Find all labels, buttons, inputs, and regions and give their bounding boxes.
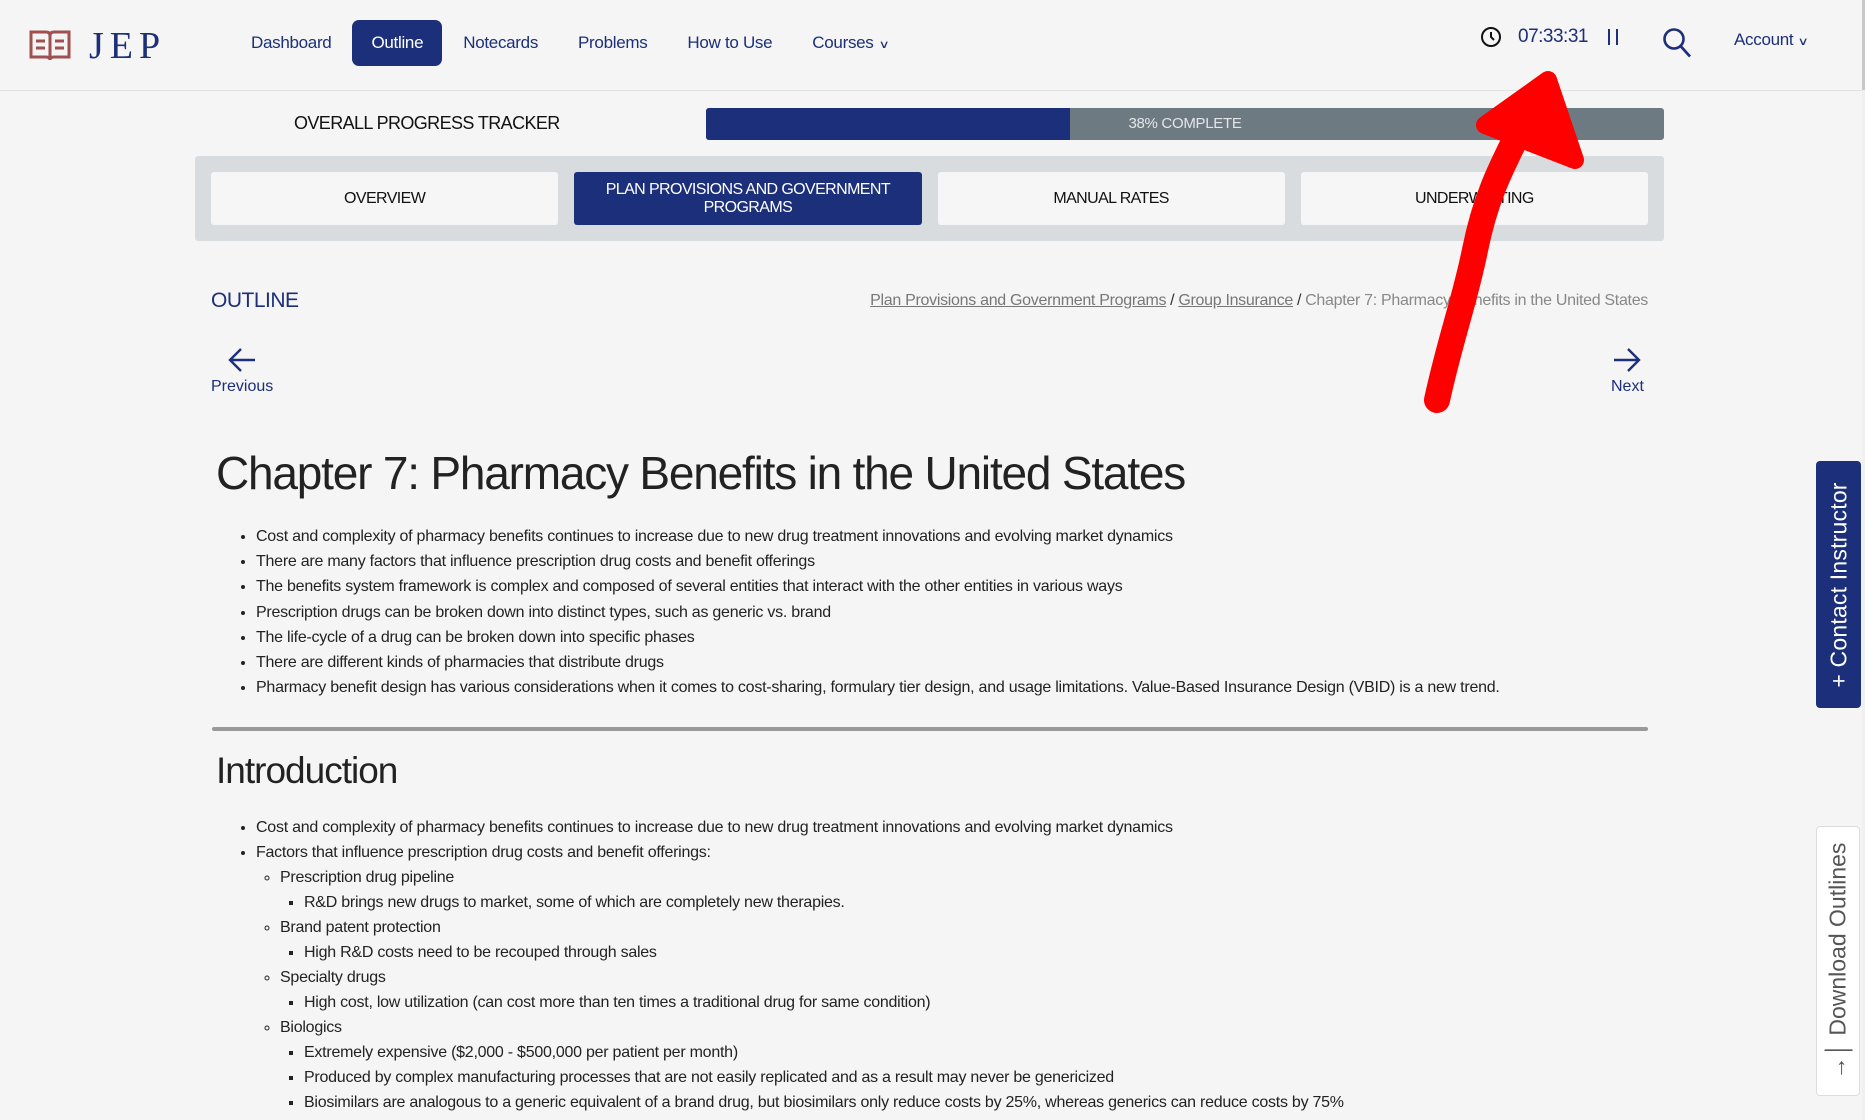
study-timer: 07:33:31 <box>1480 26 1618 48</box>
breadcrumb-link-plan-provisions[interactable]: Plan Provisions and Government Programs <box>870 292 1166 309</box>
progress-label: OVERALL PROGRESS TRACKER <box>294 113 560 133</box>
account-label: Account <box>1734 30 1794 49</box>
list-item: Specialty drugs High cost, low utilizati… <box>280 965 1344 1015</box>
breadcrumb-separator: / <box>1297 292 1302 309</box>
list-item: High cost, low utilization (can cost mor… <box>304 990 1344 1015</box>
list-item: Extremely expensive ($2,000 - $500,000 p… <box>304 1040 1344 1065</box>
previous-button[interactable]: Previous <box>211 346 273 396</box>
nav-problems[interactable]: Problems <box>559 20 666 66</box>
factor-label: Brand patent protection <box>280 919 441 936</box>
search-icon <box>1663 28 1692 58</box>
open-book-icon <box>29 30 71 61</box>
list-item: Pharmacy benefit design has various cons… <box>256 675 1500 700</box>
chapter-summary-list: Cost and complexity of pharmacy benefits… <box>256 524 1500 700</box>
nav-dashboard[interactable]: Dashboard <box>232 20 350 66</box>
list-item: Cost and complexity of pharmacy benefits… <box>256 815 1344 840</box>
top-header: JEP Dashboard Outline Notecards Problems… <box>0 0 1862 91</box>
list-item: The benefits system framework is complex… <box>256 574 1500 599</box>
list-item: Biologics Extremely expensive ($2,000 - … <box>280 1015 1344 1115</box>
tab-manual-rates[interactable]: MANUAL RATES <box>937 172 1285 225</box>
breadcrumb-current: Chapter 7: Pharmacy Benefits in the Unit… <box>1305 292 1648 309</box>
tab-plan-provisions[interactable]: PLAN PROVISIONS AND GOVERNMENT PROGRAMS <box>574 172 922 225</box>
factor-details: R&D brings new drugs to market, some of … <box>304 890 1344 915</box>
previous-label: Previous <box>211 378 274 395</box>
factor-details: Extremely expensive ($2,000 - $500,000 p… <box>304 1040 1344 1115</box>
factor-label: Specialty drugs <box>280 969 386 986</box>
breadcrumb-separator: / <box>1170 292 1175 309</box>
brand-name: JEP <box>89 25 167 67</box>
list-item: There are different kinds of pharmacies … <box>256 650 1500 675</box>
progress-text: 38% COMPLETE <box>1128 115 1242 132</box>
download-outlines-label: →│ Download Outlines <box>1824 842 1851 1080</box>
breadcrumb: Plan Provisions and Government Programs /… <box>870 292 1648 310</box>
pause-icon[interactable] <box>1607 29 1618 45</box>
clock-icon <box>1481 27 1501 47</box>
tab-underwriting[interactable]: UNDERWRITING <box>1300 172 1648 225</box>
tab-overview[interactable]: OVERVIEW <box>211 172 559 225</box>
factor-details: High R&D costs need to be recouped throu… <box>304 940 1344 965</box>
factor-label: Prescription drug pipeline <box>280 869 455 886</box>
chevron-down-icon: ∨ <box>1797 36 1809 48</box>
list-item-text: Factors that influence prescription drug… <box>256 844 711 861</box>
list-item: Brand patent protection High R&D costs n… <box>280 915 1344 965</box>
list-item: Prescription drug pipeline R&D brings ne… <box>280 865 1344 915</box>
introduction-list: Cost and complexity of pharmacy benefits… <box>256 815 1344 1115</box>
timer-value: 07:33:31 <box>1518 26 1588 47</box>
section-title: Introduction <box>216 750 398 791</box>
list-item: Factors that influence prescription drug… <box>256 840 1344 1115</box>
nav-courses-label: Courses <box>812 33 874 52</box>
list-item: The life-cycle of a drug can be broken d… <box>256 625 1500 650</box>
arrow-right-icon <box>1614 348 1642 372</box>
search-button[interactable] <box>1662 27 1692 64</box>
progress-bar: 38% COMPLETE <box>706 108 1664 140</box>
course-section-tabs: OVERVIEW PLAN PROVISIONS AND GOVERNMENT … <box>195 156 1664 241</box>
page-title: OUTLINE <box>211 289 299 312</box>
list-item: Prescription drugs can be broken down in… <box>256 600 1500 625</box>
chapter-title: Chapter 7: Pharmacy Benefits in the Unit… <box>216 447 1186 499</box>
download-outlines-button[interactable]: →│ Download Outlines <box>1816 826 1860 1096</box>
next-label: Next <box>1611 378 1644 395</box>
account-menu[interactable]: Account ∨ <box>1734 30 1809 50</box>
next-button[interactable]: Next <box>1611 346 1644 396</box>
list-item: Biosimilars are analogous to a generic e… <box>304 1090 1344 1115</box>
list-item: Produced by complex manufacturing proces… <box>304 1065 1344 1090</box>
chevron-down-icon: ∨ <box>877 39 889 51</box>
nav-outline[interactable]: Outline <box>352 20 443 66</box>
list-item: Cost and complexity of pharmacy benefits… <box>256 524 1500 549</box>
nav-notecards[interactable]: Notecards <box>444 20 557 66</box>
arrow-left-icon <box>228 348 256 372</box>
list-item: High R&D costs need to be recouped throu… <box>304 940 1344 965</box>
nav-how-to-use[interactable]: How to Use <box>668 20 791 66</box>
factor-label: Biologics <box>280 1019 342 1036</box>
factor-details: High cost, low utilization (can cost mor… <box>304 990 1344 1015</box>
main-nav: Dashboard Outline Notecards Problems How… <box>232 20 908 66</box>
breadcrumb-link-group-insurance[interactable]: Group Insurance <box>1178 292 1293 309</box>
contact-instructor-button[interactable]: + Contact Instructor <box>1816 461 1861 708</box>
factors-list: Prescription drug pipeline R&D brings ne… <box>280 865 1344 1115</box>
logo[interactable]: JEP <box>29 24 166 68</box>
nav-courses[interactable]: Courses ∨ <box>793 20 906 66</box>
section-divider <box>212 727 1648 731</box>
list-item: There are many factors that influence pr… <box>256 549 1500 574</box>
list-item: R&D brings new drugs to market, some of … <box>304 890 1344 915</box>
contact-instructor-label: + Contact Instructor <box>1825 481 1851 688</box>
